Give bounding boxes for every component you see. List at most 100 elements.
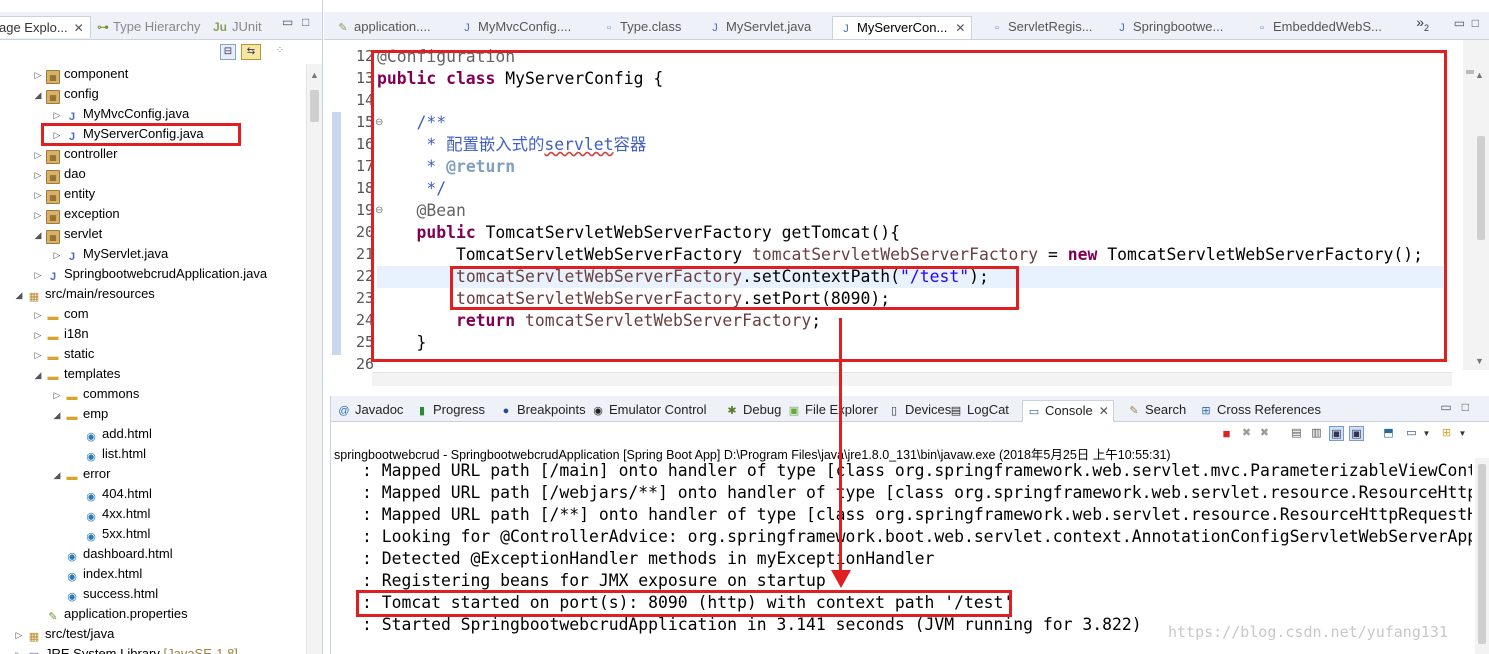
scroll-up-icon[interactable]: ▲	[310, 70, 319, 80]
collapsed-arrow-icon[interactable]: ▷	[33, 325, 43, 345]
maximize-icon[interactable]: □	[1472, 16, 1479, 30]
view-menu-icon[interactable]: ⁘	[272, 44, 288, 60]
editor-tab[interactable]: ▫ Type.class	[596, 16, 681, 39]
tree-node[interactable]: ▷ ▦ dao	[33, 164, 86, 184]
tree-node[interactable]: ▷ ▦ component	[33, 64, 128, 84]
show-on-stdout-icon[interactable]: ▣	[1329, 426, 1344, 441]
chevron-down-icon[interactable]: ▼	[1455, 426, 1470, 441]
collapsed-arrow-icon[interactable]: ▷	[52, 245, 62, 265]
tree-node[interactable]: ▷ J MyMvcConfig.java	[52, 104, 190, 125]
tree-node[interactable]: ▷ ▬ commons	[52, 384, 140, 405]
close-icon[interactable]: ✕	[955, 21, 965, 35]
scroll-up-icon[interactable]: ▲	[1475, 70, 1484, 80]
console-tab[interactable]: ✎ Search	[1127, 400, 1186, 422]
collapsed-arrow-icon[interactable]: ▷	[14, 625, 24, 645]
tree-node[interactable]: ▷ J MyServerConfig.java	[52, 124, 204, 144]
expanded-arrow-icon[interactable]: ◢	[52, 465, 62, 485]
expanded-arrow-icon[interactable]: ◢	[52, 405, 62, 425]
expanded-arrow-icon[interactable]: ◢	[33, 85, 43, 105]
tree-node[interactable]: ▷ ▦ entity	[33, 184, 95, 204]
console-tab[interactable]: ✱ Debug	[725, 400, 781, 422]
display-console-icon[interactable]: ▭	[1404, 426, 1419, 441]
editor-tab[interactable]: J MyServlet.java	[702, 16, 811, 39]
chevron-down-icon[interactable]: ▼	[1419, 426, 1434, 441]
close-icon[interactable]: ✕	[1099, 404, 1109, 418]
collapsed-arrow-icon[interactable]: ▷	[33, 165, 43, 185]
show-on-stderr-icon[interactable]: ▣	[1349, 426, 1364, 441]
editor-tab[interactable]: ▫ ServletRegis...	[984, 16, 1093, 39]
editor-tab[interactable]: J MyServerCon... ✕	[832, 16, 973, 39]
collapsed-arrow-icon[interactable]: ▷	[33, 145, 43, 165]
tree-node[interactable]: ▷▤ JRE System Library [JavaSE-1.8]	[14, 644, 238, 654]
scroll-lock-icon[interactable]: ▥	[1309, 426, 1324, 441]
tree-node[interactable]: ◉ list.html	[71, 444, 146, 464]
console-scroll-thumb[interactable]	[1478, 464, 1486, 644]
tree-node[interactable]: ◢ ▬ error	[52, 464, 111, 485]
clear-console-icon[interactable]: ▤	[1289, 426, 1304, 441]
editor-tab[interactable]: ✎ application....	[330, 16, 430, 39]
tree-node[interactable]: ◢ ▬ templates	[33, 364, 121, 385]
console-tab[interactable]: @ Javadoc	[337, 400, 403, 422]
tab-junit[interactable]: Ju JUnit	[211, 16, 262, 38]
tree-node[interactable]: ◢ ▬ emp	[52, 404, 109, 425]
maximize-icon[interactable]: □	[1462, 400, 1469, 414]
tree-node[interactable]: ▷ ▬ i18n	[33, 324, 89, 344]
editor-tab[interactable]: ▫ EmbeddedWebS...	[1249, 16, 1382, 39]
tree-node[interactable]: ▷ J SpringbootwebcrudApplication.java	[33, 264, 268, 285]
collapsed-arrow-icon[interactable]: ▷	[33, 265, 43, 285]
tree-node[interactable]: ▷ ▬ com	[33, 304, 89, 324]
console-tab[interactable]: ⊞ Cross References	[1199, 400, 1321, 422]
editor-tab[interactable]: J Springbootwe...	[1109, 16, 1223, 39]
console-tab[interactable]: ▭ Console ✕	[1022, 400, 1114, 422]
minimize-icon[interactable]: ▭	[1454, 16, 1465, 30]
collapsed-arrow-icon[interactable]: ▷	[14, 645, 24, 654]
scroll-down-icon[interactable]: ▼	[1475, 356, 1484, 366]
tree-node[interactable]: ◉ 5xx.html	[71, 524, 150, 544]
tab-type-hierarchy[interactable]: ⊶ Type Hierarchy	[96, 16, 200, 38]
expanded-arrow-icon[interactable]: ◢	[33, 225, 43, 245]
console-scrollbar[interactable]	[1475, 458, 1489, 654]
tree-node[interactable]: ◉ 4xx.html	[71, 504, 150, 524]
tab-package-explorer[interactable]: age Explo... ✕	[0, 16, 91, 38]
tree-node[interactable]: ▷ ▦ exception	[33, 204, 120, 224]
tree-node[interactable]: ◉ dashboard.html	[52, 544, 172, 564]
editor-tab[interactable]: J MyMvcConfig....	[454, 16, 571, 39]
tree-node[interactable]: ◉ 404.html	[71, 484, 152, 504]
minimize-icon[interactable]: ▭	[282, 15, 293, 29]
collapse-all-icon[interactable]: ⊟	[220, 44, 236, 60]
tree-scrollbar[interactable]: ▲	[306, 64, 322, 654]
close-icon[interactable]: ✕	[74, 21, 84, 35]
code-area[interactable]: @Configuration public class MyServerConfi…	[377, 46, 1457, 376]
collapsed-arrow-icon[interactable]: ▷	[33, 305, 43, 325]
expanded-arrow-icon[interactable]: ◢	[33, 365, 43, 385]
editor-horizontal-scrollbar[interactable]	[372, 372, 1452, 386]
console-tab[interactable]: ● Breakpoints	[499, 400, 586, 422]
link-with-editor-icon[interactable]: ⇆	[241, 44, 261, 60]
tree-scroll-thumb[interactable]	[310, 90, 319, 122]
collapsed-arrow-icon[interactable]: ▷	[52, 105, 62, 125]
expanded-arrow-icon[interactable]: ◢	[14, 285, 24, 305]
console-tab[interactable]: ▤ LogCat	[949, 400, 1009, 422]
tree-node[interactable]: ▷ ▦ controller	[33, 144, 117, 164]
collapsed-arrow-icon[interactable]: ▷	[33, 185, 43, 205]
console-tab[interactable]: ▮ Progress	[415, 400, 485, 422]
tree-node[interactable]: ▷ J MyServlet.java	[52, 244, 169, 265]
more-tabs-button[interactable]: »2	[1416, 14, 1429, 33]
minimize-icon[interactable]: ▭	[1440, 400, 1451, 414]
tree-node[interactable]: ◉ success.html	[52, 584, 158, 604]
tree-node[interactable]: ◢ ▦ config	[33, 84, 99, 104]
tree-node[interactable]: ◉ index.html	[52, 564, 142, 584]
console-tab[interactable]: ▯ Devices	[887, 400, 951, 422]
collapsed-arrow-icon[interactable]: ▷	[33, 345, 43, 365]
tree-node[interactable]: ▷ ▬ static	[33, 344, 95, 365]
collapsed-arrow-icon[interactable]: ▷	[52, 385, 62, 405]
tree-node[interactable]: ◉ add.html	[71, 424, 152, 444]
collapsed-arrow-icon[interactable]: ▷	[33, 205, 43, 225]
tree-node[interactable]: ◢ ▦ servlet	[33, 224, 102, 244]
console-tab[interactable]: ◉ Emulator Control	[591, 400, 706, 422]
pin-console-icon[interactable]: ⬒	[1381, 426, 1396, 441]
editor-scroll-thumb[interactable]	[1477, 136, 1485, 240]
editor-vertical-scrollbar[interactable]: ▲ ▼	[1463, 40, 1489, 370]
remove-launch-icon[interactable]: ✖	[1239, 426, 1254, 441]
collapsed-arrow-icon[interactable]: ▷	[33, 65, 43, 85]
